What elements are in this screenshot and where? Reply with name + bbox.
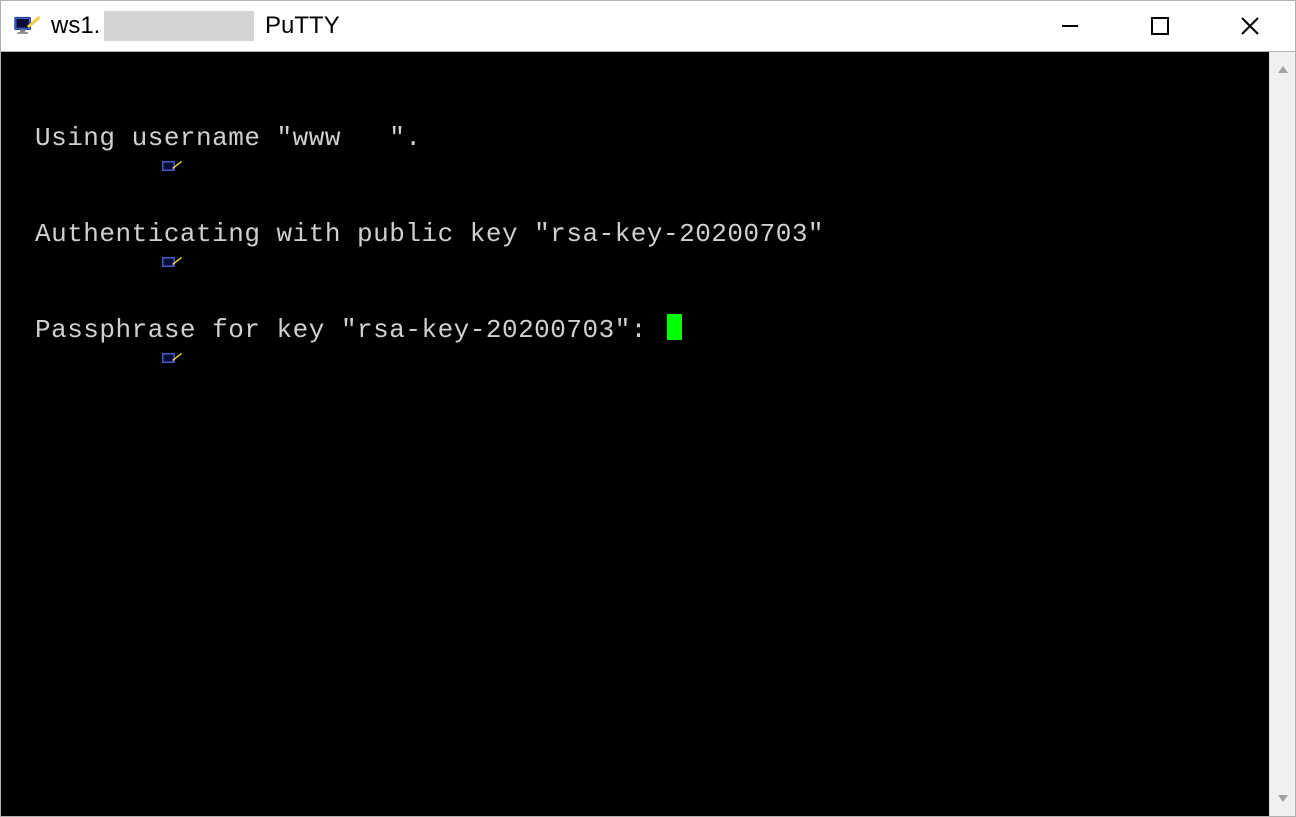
window-controls [1025, 1, 1295, 51]
minimize-icon [1060, 16, 1080, 36]
terminal-line: Passphrase for key "rsa-key-20200703": [3, 314, 1269, 346]
terminal-text: Passphrase for key "rsa-key-20200703": [35, 314, 663, 346]
putty-window: ws1. PuTTY [0, 0, 1296, 817]
maximize-button[interactable] [1115, 1, 1205, 51]
scroll-down-arrow-icon[interactable] [1273, 788, 1293, 808]
terminal-line: Using username "www ". [3, 122, 1269, 154]
terminal-line: Authenticating with public key "rsa-key-… [3, 218, 1269, 250]
client-area: Using username "www ". Authenticating wi… [1, 51, 1295, 816]
title-app-name: PuTTY [258, 12, 339, 40]
title-host-prefix: ws1. [51, 12, 100, 40]
titlebar[interactable]: ws1. PuTTY [1, 1, 1295, 51]
security-alert-icon [5, 220, 27, 242]
putty-icon [13, 12, 41, 40]
vertical-scrollbar[interactable] [1269, 52, 1295, 816]
security-alert-icon [5, 124, 27, 146]
terminal-text: Authenticating with public key "rsa-key-… [35, 218, 824, 250]
terminal-cursor [667, 314, 682, 340]
terminal-text: Using username "www ". [35, 122, 421, 154]
scroll-up-arrow-icon[interactable] [1273, 60, 1293, 80]
window-title: ws1. PuTTY [51, 11, 340, 41]
title-redacted-mask [104, 11, 254, 41]
terminal[interactable]: Using username "www ". Authenticating wi… [1, 52, 1269, 816]
close-icon [1239, 15, 1261, 37]
maximize-icon [1150, 16, 1170, 36]
minimize-button[interactable] [1025, 1, 1115, 51]
close-button[interactable] [1205, 1, 1295, 51]
security-alert-icon [5, 316, 27, 338]
